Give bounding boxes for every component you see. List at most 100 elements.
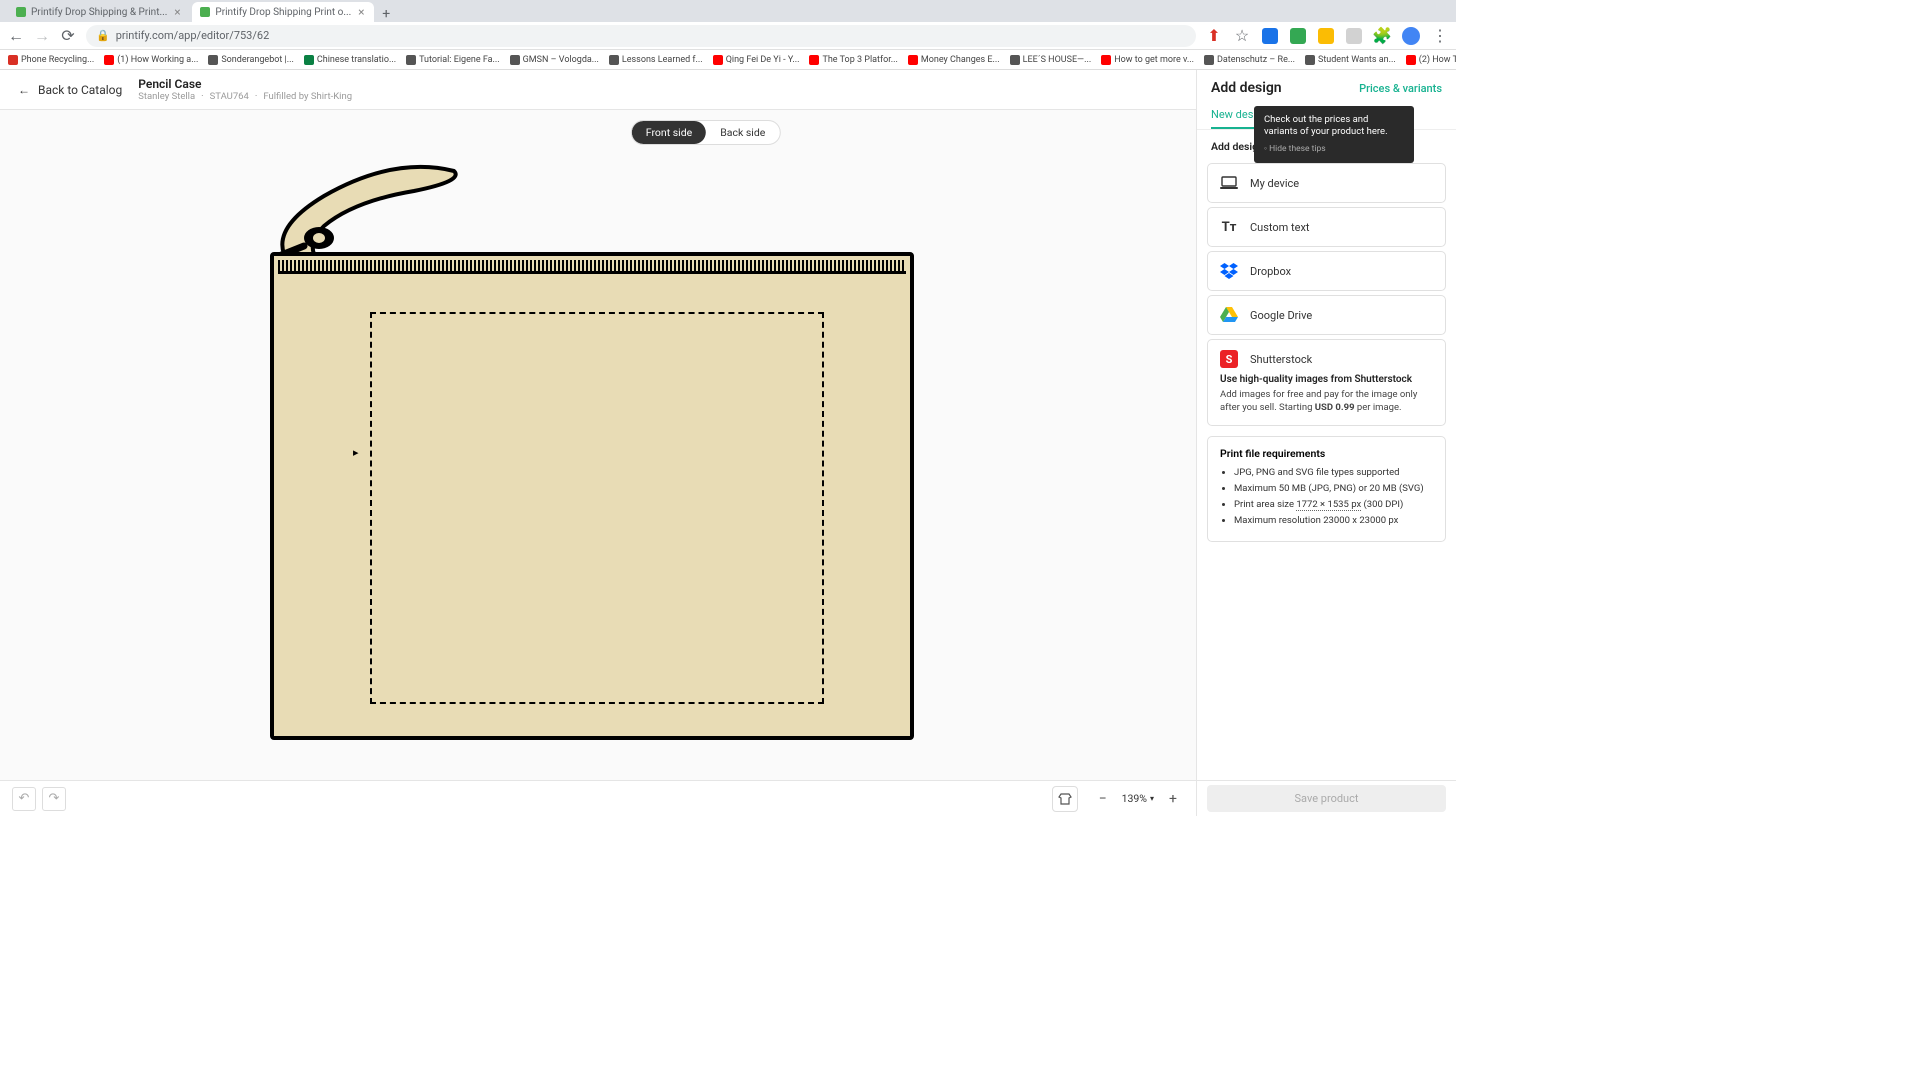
bookmark-favicon-icon	[1204, 55, 1214, 65]
source-shutterstock[interactable]: S Shutterstock Use high-quality images f…	[1207, 339, 1446, 426]
back-to-catalog-link[interactable]: ← Back to Catalog	[18, 83, 122, 97]
source-dropbox[interactable]: Dropbox	[1207, 251, 1446, 291]
option-label: Dropbox	[1250, 265, 1291, 278]
browser-tab[interactable]: Printify Drop Shipping & Print... ×	[8, 2, 190, 22]
forward-icon[interactable]: →	[34, 28, 50, 44]
bookmark-favicon-icon	[1101, 55, 1111, 65]
source-custom-text[interactable]: Tт Custom text	[1207, 207, 1446, 247]
extension-icon[interactable]	[1290, 28, 1306, 44]
text-icon: Tт	[1220, 218, 1238, 236]
bookmark-item[interactable]: LEE´S HOUSE—...	[1010, 55, 1092, 65]
new-tab-button[interactable]: +	[376, 6, 396, 22]
product-mockup	[270, 252, 914, 740]
bookmark-label: Chinese translatio...	[317, 55, 396, 65]
update-icon[interactable]: ⬆	[1206, 28, 1222, 44]
undo-button[interactable]: ↶	[12, 787, 36, 811]
prices-variants-link[interactable]: Prices & variants	[1359, 82, 1442, 95]
source-google-drive[interactable]: Google Drive	[1207, 295, 1446, 335]
bookmark-item[interactable]: GMSN – Vologda...	[510, 55, 599, 65]
preview-toggle-button[interactable]	[1052, 786, 1078, 812]
bookmark-item[interactable]: Datenschutz – Re...	[1204, 55, 1295, 65]
bookmarks-bar: Phone Recycling... (1) How Working a... So…	[0, 50, 1456, 70]
bookmark-favicon-icon	[1406, 55, 1416, 65]
bookmark-item[interactable]: (1) How Working a...	[104, 55, 198, 65]
bookmark-favicon-icon	[104, 55, 114, 65]
bookmark-item[interactable]: The Top 3 Platfor...	[809, 55, 897, 65]
side-toggle: Front side Back side	[631, 120, 781, 145]
prices-tooltip: Check out the prices and variants of you…	[1254, 106, 1414, 163]
extension-icon[interactable]	[1318, 28, 1334, 44]
bookmark-item[interactable]: How to get more v...	[1101, 55, 1194, 65]
source-my-device[interactable]: My device	[1207, 163, 1446, 203]
requirement-item: Maximum 50 MB (JPG, PNG) or 20 MB (SVG)	[1234, 482, 1433, 496]
option-label: Shutterstock	[1250, 353, 1312, 366]
product-title: Pencil Case	[138, 77, 352, 91]
menu-icon[interactable]: ⋮	[1432, 28, 1448, 44]
bookmark-item[interactable]: Lessons Learned f...	[609, 55, 703, 65]
option-label: Custom text	[1250, 221, 1310, 234]
bookmark-label: (2) How To Add A...	[1419, 55, 1456, 65]
tab-title: Printify Drop Shipping & Print...	[31, 7, 167, 18]
bookmark-label: LEE´S HOUSE—...	[1023, 55, 1092, 65]
shutterstock-icon: S	[1220, 350, 1238, 368]
zoom-level[interactable]: 139% ▾	[1118, 792, 1158, 805]
chevron-down-icon: ▾	[1150, 794, 1154, 803]
back-side-tab[interactable]: Back side	[706, 121, 779, 144]
bookmark-label: Tutorial: Eigene Fa...	[419, 55, 500, 65]
bookmark-label: The Top 3 Platfor...	[822, 55, 897, 65]
save-product-button[interactable]: Save product	[1207, 785, 1445, 812]
requirement-item: Maximum resolution 23000 x 23000 px	[1234, 514, 1433, 528]
product-sku: STAU764	[210, 91, 249, 102]
tab-title: Printify Drop Shipping Print o...	[215, 7, 351, 18]
favicon-icon	[200, 7, 210, 17]
zoom-out-button[interactable]: −	[1092, 788, 1114, 810]
front-side-tab[interactable]: Front side	[632, 121, 706, 144]
browser-toolbar: ← → ⟳ 🔒 printify.com/app/editor/753/62 ⬆…	[0, 22, 1456, 50]
shutterstock-subtitle: Use high-quality images from Shutterstoc…	[1220, 374, 1433, 385]
reload-icon[interactable]: ⟳	[60, 28, 76, 44]
bookmark-favicon-icon	[908, 55, 918, 65]
bookmark-item[interactable]: Tutorial: Eigene Fa...	[406, 55, 500, 65]
bookmark-label: (1) How Working a...	[117, 55, 198, 65]
print-requirements: Print file requirements JPG, PNG and SVG…	[1207, 436, 1446, 542]
close-icon[interactable]: ×	[172, 7, 182, 17]
editor-canvas[interactable]: ▸	[0, 110, 1196, 784]
url-text: printify.com/app/editor/753/62	[116, 29, 270, 42]
bookmark-item[interactable]: Sonderangebot |...	[208, 55, 294, 65]
bookmark-item[interactable]: Phone Recycling...	[8, 55, 94, 65]
zoom-in-button[interactable]: +	[1162, 788, 1184, 810]
bookmark-item[interactable]: Qing Fei De Yi - Y...	[713, 55, 800, 65]
bookmark-item[interactable]: Student Wants an...	[1305, 55, 1396, 65]
requirement-item: Print area size 1772 × 1535 px (300 DPI)	[1234, 498, 1433, 512]
bookmark-favicon-icon	[304, 55, 314, 65]
back-label: Back to Catalog	[38, 83, 122, 97]
extension-icon[interactable]	[1346, 28, 1362, 44]
product-brand: Stanley Stella	[138, 91, 195, 102]
browser-tab[interactable]: Printify Drop Shipping Print o... ×	[192, 2, 374, 22]
back-icon[interactable]: ←	[8, 28, 24, 44]
tooltip-text: Check out the prices and variants of you…	[1264, 114, 1388, 137]
bookmark-favicon-icon	[609, 55, 619, 65]
zipper-teeth	[278, 260, 906, 274]
editor-bottom-bar: ↶ ↷ − 139% ▾ +	[0, 780, 1196, 816]
profile-avatar[interactable]	[1402, 27, 1420, 45]
bookmark-label: Sonderangebot |...	[221, 55, 294, 65]
bookmark-label: Student Wants an...	[1318, 55, 1396, 65]
print-area-outline[interactable]	[370, 312, 824, 704]
sidebar-title: Add design	[1211, 80, 1282, 96]
bookmark-item[interactable]: Money Changes E...	[908, 55, 1000, 65]
lock-icon: 🔒	[96, 29, 110, 42]
bookmark-item[interactable]: Chinese translatio...	[304, 55, 396, 65]
save-bar: Save product	[1196, 780, 1456, 816]
bookmark-favicon-icon	[406, 55, 416, 65]
extensions-icon[interactable]: 🧩	[1374, 28, 1390, 44]
close-icon[interactable]: ×	[356, 7, 366, 17]
extension-icon[interactable]	[1262, 28, 1278, 44]
shutterstock-description: Add images for free and pay for the imag…	[1220, 388, 1433, 415]
requirements-title: Print file requirements	[1220, 447, 1433, 460]
star-icon[interactable]: ☆	[1234, 28, 1250, 44]
redo-button[interactable]: ↷	[42, 787, 66, 811]
url-bar[interactable]: 🔒 printify.com/app/editor/753/62	[86, 25, 1196, 47]
bookmark-item[interactable]: (2) How To Add A...	[1406, 55, 1456, 65]
hide-tips-link[interactable]: ◦ Hide these tips	[1264, 144, 1404, 155]
